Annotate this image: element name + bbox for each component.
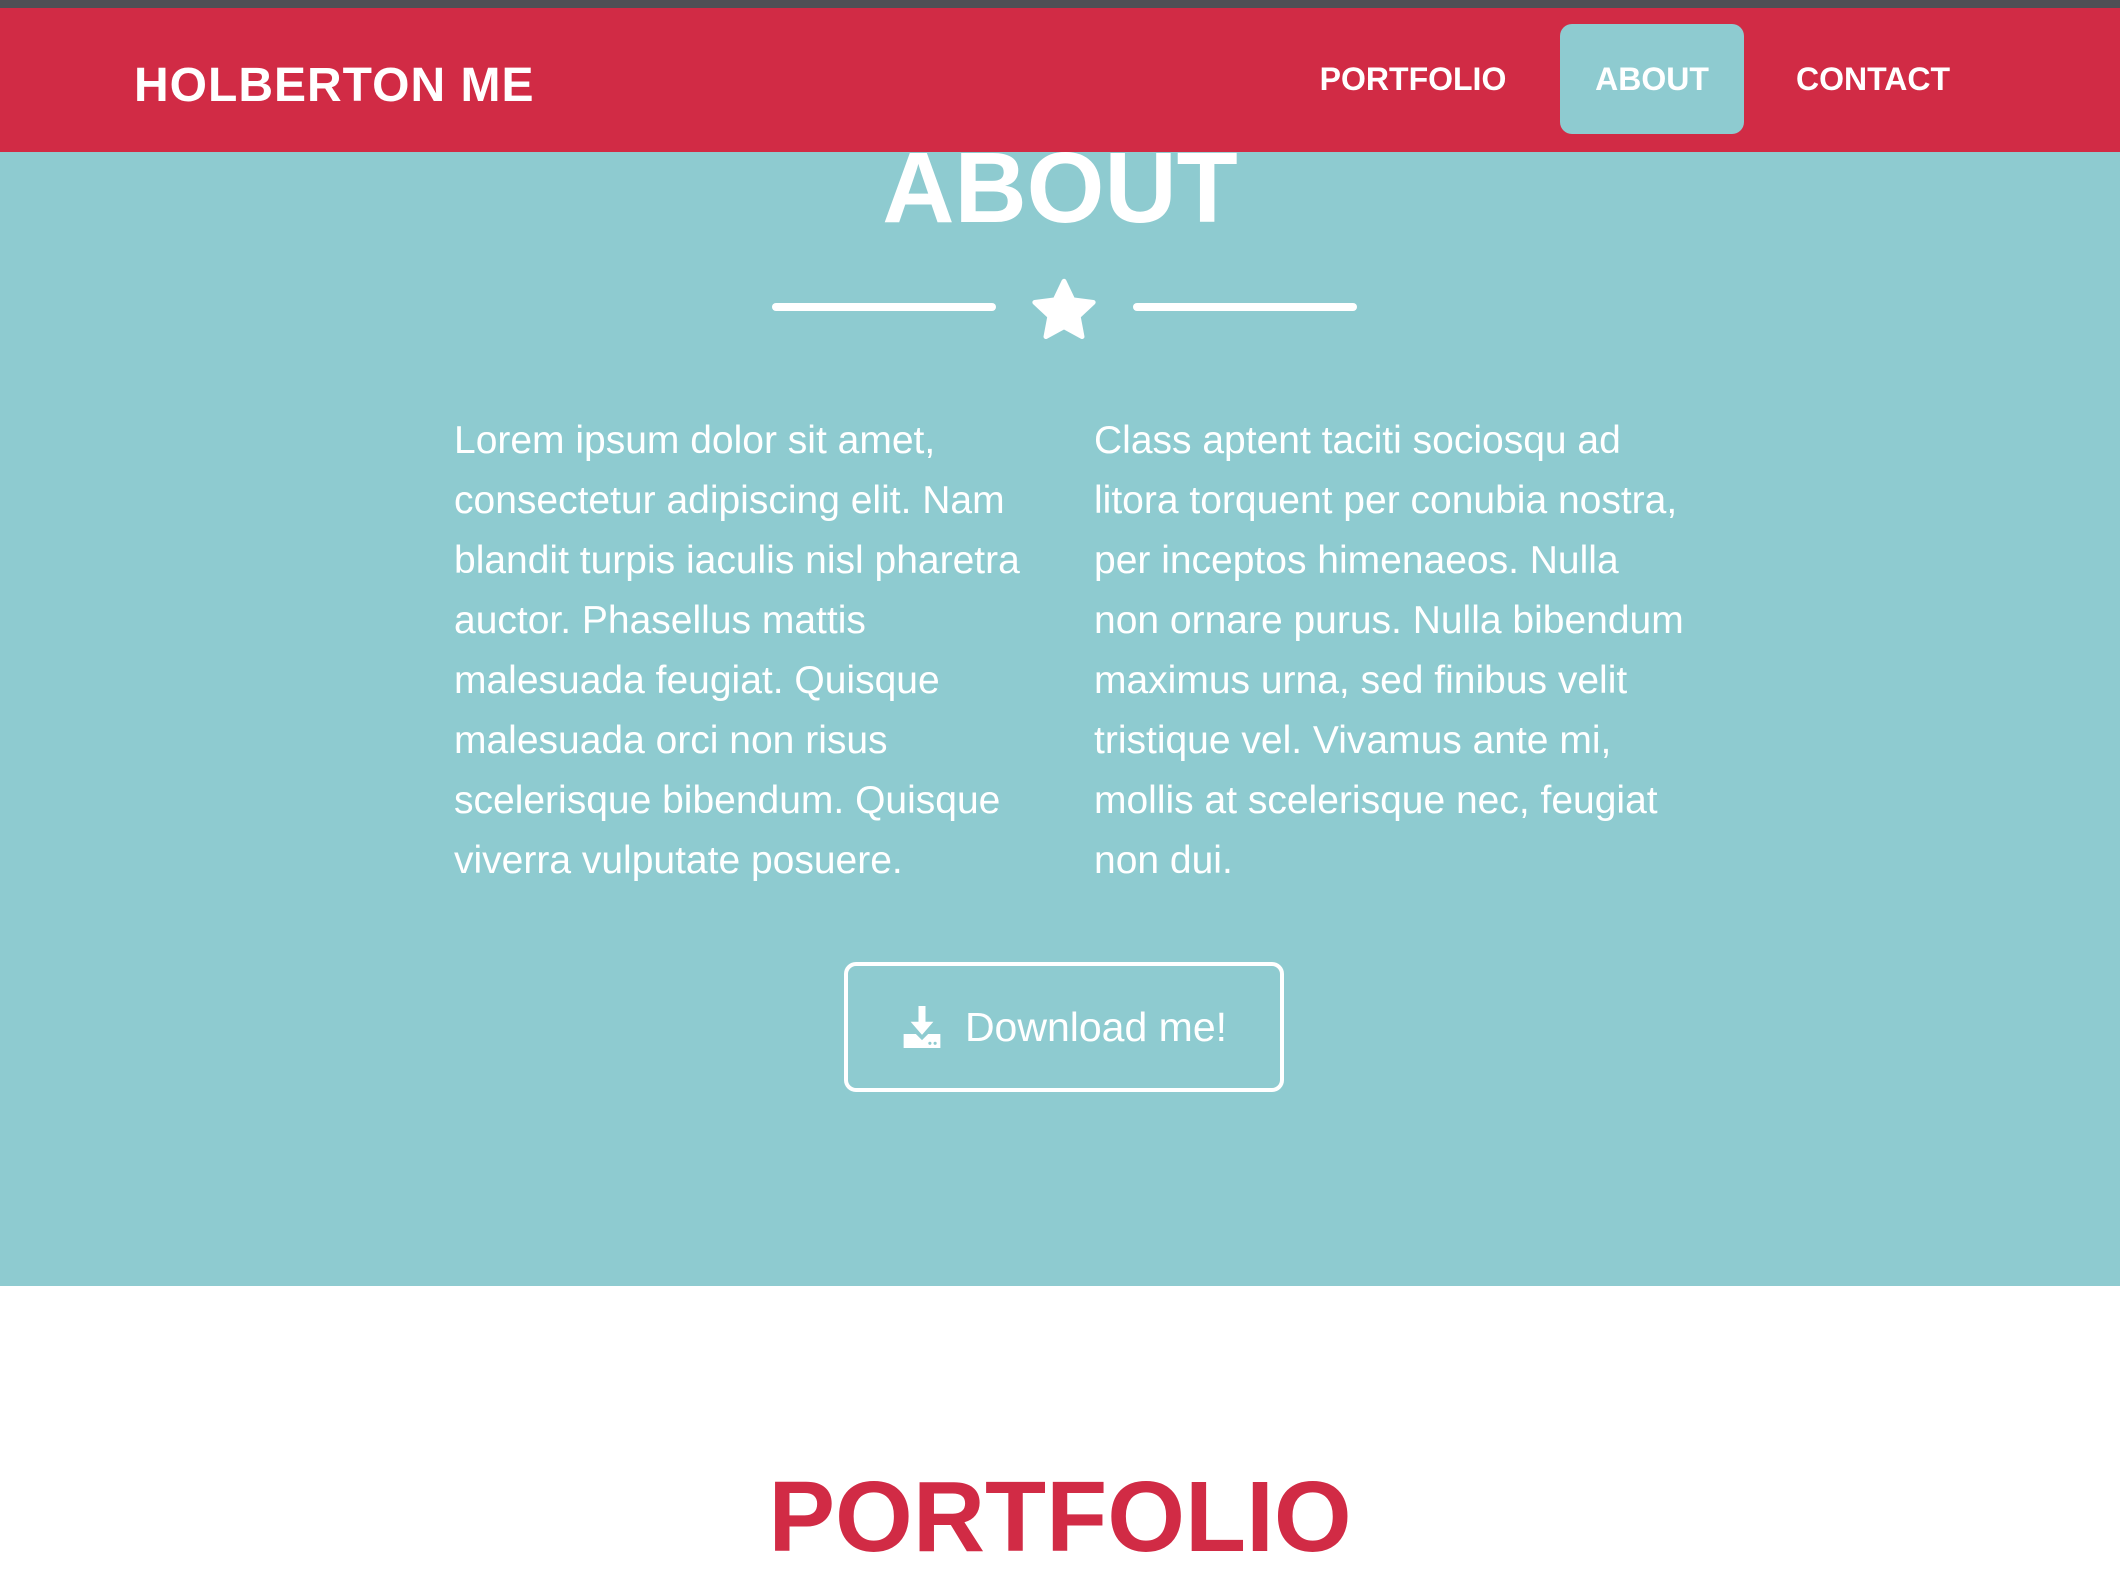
nav-item-about[interactable]: ABOUT (1560, 24, 1744, 134)
nav-item-contact[interactable]: CONTACT (1768, 24, 1978, 134)
download-icon (903, 1006, 941, 1048)
divider-line-left (772, 303, 996, 311)
divider-line-right (1133, 303, 1357, 311)
about-section: ABOUT Lorem ipsum dolor sit amet, consec… (0, 8, 2120, 1286)
download-button[interactable]: Download me! (844, 962, 1284, 1092)
nav-item-portfolio[interactable]: PORTFOLIO (1290, 24, 1536, 134)
about-text-right: Class aptent taciti sociosqu ad litora t… (1094, 419, 1684, 882)
brand-logo[interactable]: HOLBERTON ME (134, 51, 534, 121)
star-icon (1032, 278, 1096, 340)
about-text-left: Lorem ipsum dolor sit amet, consectetur … (454, 419, 1020, 882)
window-top-bar (0, 0, 2120, 8)
download-button-label: Download me! (964, 1004, 1228, 1050)
navbar: HOLBERTON ME PORTFOLIO ABOUT CONTACT (0, 8, 2120, 152)
portfolio-title: PORTFOLIO (768, 1461, 1352, 1573)
